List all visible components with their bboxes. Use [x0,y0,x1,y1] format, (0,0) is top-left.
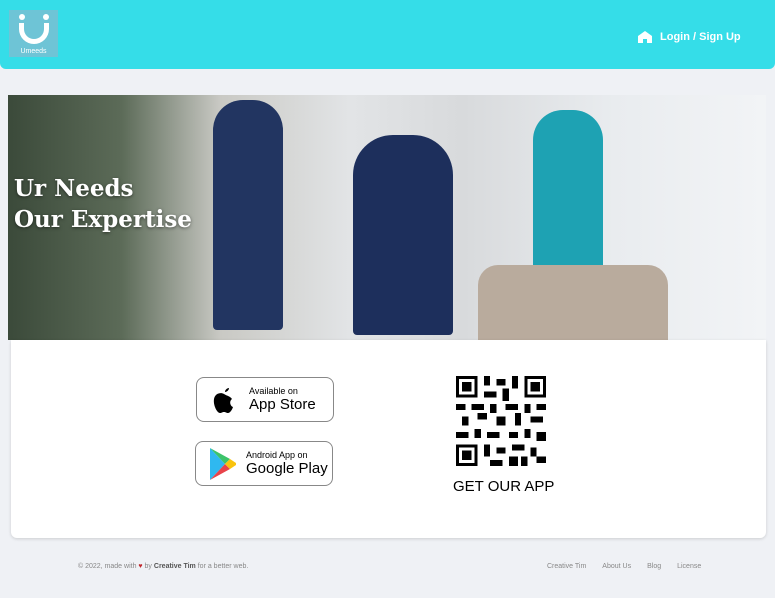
footer-link-license[interactable]: License [677,563,701,570]
footer-links: Creative Tim About Us Blog License [547,563,701,570]
google-play-icon [210,447,236,480]
footer-link-blog[interactable]: Blog [647,563,661,570]
hero-heading: Ur Needs Our Expertise [14,173,192,235]
footer-link-about-us[interactable]: About Us [602,563,631,570]
hero-line-2: Our Expertise [14,206,192,233]
app-store-small: Available on [249,386,298,396]
app-download-card: Available on App Store Android App on Goog… [11,340,766,538]
footer-copyright: © 2022, made with ♥ by Creative Tim for … [78,563,248,570]
logo[interactable]: Umeeds [9,10,58,57]
suffix-text: for a better web. [197,563,249,570]
logo-icon [18,14,49,44]
hero-image-sofa [478,265,668,340]
hero-image-person [353,135,453,335]
hero-line-1: Ur Needs [14,175,134,202]
heart-icon: ♥ [138,563,143,570]
logo-text: Umeeds [20,48,47,55]
app-store-big: App Store [249,396,316,413]
by-text: by [144,563,152,570]
login-signup-link[interactable]: Login / Sign Up [638,31,741,43]
apple-icon [213,387,233,413]
qr-caption: GET OUR APP [453,478,555,495]
author-link[interactable]: Creative Tim [154,563,196,570]
hero-image-person [213,100,283,330]
footer-link-creative-tim[interactable]: Creative Tim [547,563,586,570]
copyright-text: © 2022, made with [78,563,137,570]
google-play-button[interactable]: Android App on Google Play [195,441,333,486]
login-label: Login / Sign Up [660,31,741,43]
hero-banner: Ur Needs Our Expertise [8,95,766,340]
google-play-big: Google Play [246,460,328,477]
google-play-small: Android App on [246,450,308,460]
app-store-button[interactable]: Available on App Store [196,377,334,422]
home-icon [638,31,652,43]
qr-code [456,376,546,466]
navbar: Umeeds Login / Sign Up [0,0,775,69]
